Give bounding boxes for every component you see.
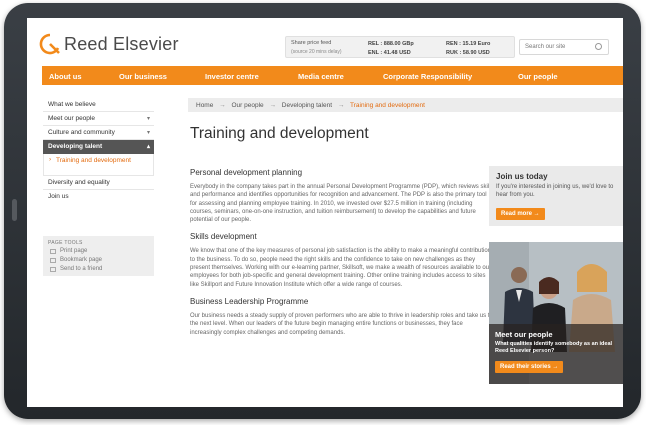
- join-title: Join us today: [496, 172, 548, 181]
- page-title: Training and development: [190, 125, 369, 142]
- article-body: Personal development planning Everybody …: [190, 168, 495, 345]
- breadcrumb-separator: →: [337, 102, 345, 109]
- breadcrumb-our-people[interactable]: Our people: [231, 102, 263, 109]
- page-tools: PAGE TOOLS Print page Bookmark page Send…: [43, 236, 154, 276]
- breadcrumb-current: Training and development: [350, 102, 425, 109]
- nav-investor-centre[interactable]: Investor centre: [205, 72, 259, 81]
- breadcrumb: Home → Our people → Developing talent → …: [188, 98, 623, 112]
- nav-our-people[interactable]: Our people: [518, 72, 558, 81]
- search-placeholder: Search our site: [525, 44, 566, 50]
- nav-our-business[interactable]: Our business: [119, 72, 167, 81]
- sidebar-item-join-us[interactable]: Join us: [43, 190, 154, 204]
- breadcrumb-developing-talent[interactable]: Developing talent: [282, 102, 332, 109]
- photo-caption: Meet our people What qualities identify …: [489, 324, 623, 384]
- nav-about-us[interactable]: About us: [49, 72, 82, 81]
- logo[interactable]: Reed Elsevier: [39, 33, 179, 55]
- join-text: If you're interested in joining us, we'd…: [496, 184, 614, 198]
- tool-label: Bookmark page: [60, 257, 103, 263]
- sidebar-item-label: Meet our people: [48, 115, 95, 122]
- sidebar: What we believe Meet our people ▾ Cultur…: [43, 98, 154, 204]
- meet-text: What qualities identify somebody as an i…: [495, 341, 613, 354]
- share-subtitle: (source 20 mins delay): [291, 49, 342, 55]
- search-icon[interactable]: [595, 43, 602, 50]
- sidebar-subitem-training-and-development[interactable]: Training and development: [43, 154, 154, 176]
- page-tools-title: PAGE TOOLS: [48, 240, 83, 246]
- tablet-frame: Reed Elsevier Share price feed (source 2…: [4, 3, 641, 419]
- print-page-link[interactable]: Print page: [48, 248, 149, 257]
- sidebar-item-label: Diversity and equality: [48, 179, 110, 186]
- share-value: RUK : 58.90 USD: [446, 50, 490, 56]
- chevron-up-icon: ▴: [146, 144, 150, 150]
- logo-text: Reed Elsevier: [64, 33, 179, 54]
- share-value: ENL : 41.48 USD: [368, 50, 411, 56]
- tablet-side-button: [12, 199, 17, 221]
- share-price-feed: Share price feed (source 20 mins delay) …: [285, 36, 515, 58]
- logo-mark-icon: [39, 33, 60, 55]
- read-their-stories-button[interactable]: Read their stories →: [495, 361, 564, 373]
- section-paragraph: Everybody in the company takes part in t…: [190, 184, 494, 224]
- sidebar-item-what-we-believe[interactable]: What we believe: [43, 98, 154, 112]
- sidebar-item-diversity-and-equality[interactable]: Diversity and equality: [43, 176, 154, 190]
- sidebar-item-culture-and-community[interactable]: Culture and community ▾: [43, 126, 154, 140]
- send-to-friend-link[interactable]: Send to a friend: [48, 266, 149, 275]
- sidebar-item-label: Developing talent: [48, 143, 103, 150]
- print-icon: [50, 249, 56, 254]
- nav-media-centre[interactable]: Media centre: [298, 72, 344, 81]
- site-header: Reed Elsevier Share price feed (source 2…: [27, 18, 623, 62]
- sidebar-item-meet-our-people[interactable]: Meet our people ▾: [43, 112, 154, 126]
- sidebar-subitem-label: Training and development: [56, 157, 131, 164]
- bookmark-page-link[interactable]: Bookmark page: [48, 257, 149, 266]
- join-us-promo: Join us today If you're interested in jo…: [489, 166, 623, 226]
- breadcrumb-separator: →: [269, 102, 276, 109]
- chevron-down-icon: ▾: [146, 116, 150, 122]
- meet-our-people-promo: Meet our people What qualities identify …: [489, 242, 623, 384]
- section-heading: Skills development: [190, 232, 257, 242]
- sidebar-item-label: Join us: [48, 193, 69, 200]
- nav-corporate-responsibility[interactable]: Corporate Responsibility: [383, 72, 472, 81]
- mail-icon: [50, 267, 56, 272]
- share-value: REL : 888.00 GBp: [368, 41, 414, 47]
- share-value: REN : 15.19 Euro: [446, 41, 491, 47]
- breadcrumb-separator: →: [219, 102, 226, 109]
- sidebar-item-label: Culture and community: [48, 129, 115, 136]
- tablet-screen: Reed Elsevier Share price feed (source 2…: [27, 18, 623, 407]
- section-heading: Business Leadership Programme: [190, 296, 309, 306]
- main-nav: About us Our business Investor centre Me…: [42, 66, 623, 85]
- section-heading: Personal development planning: [190, 168, 303, 177]
- section-paragraph: We know that one of the key measures of …: [190, 248, 492, 288]
- search-input[interactable]: Search our site: [519, 39, 609, 55]
- section-paragraph: Our business needs a steady supply of pr…: [190, 312, 493, 336]
- sidebar-item-developing-talent[interactable]: Developing talent ▴: [43, 140, 154, 154]
- read-more-button[interactable]: Read more →: [496, 208, 545, 220]
- share-title: Share price feed: [291, 40, 332, 46]
- tool-label: Send to a friend: [60, 266, 103, 272]
- chevron-down-icon: ▾: [146, 130, 150, 136]
- breadcrumb-home[interactable]: Home: [196, 102, 213, 109]
- meet-title: Meet our people: [495, 330, 553, 339]
- tool-label: Print page: [60, 248, 88, 254]
- sidebar-item-label: What we believe: [48, 101, 96, 108]
- bookmark-icon: [50, 258, 56, 263]
